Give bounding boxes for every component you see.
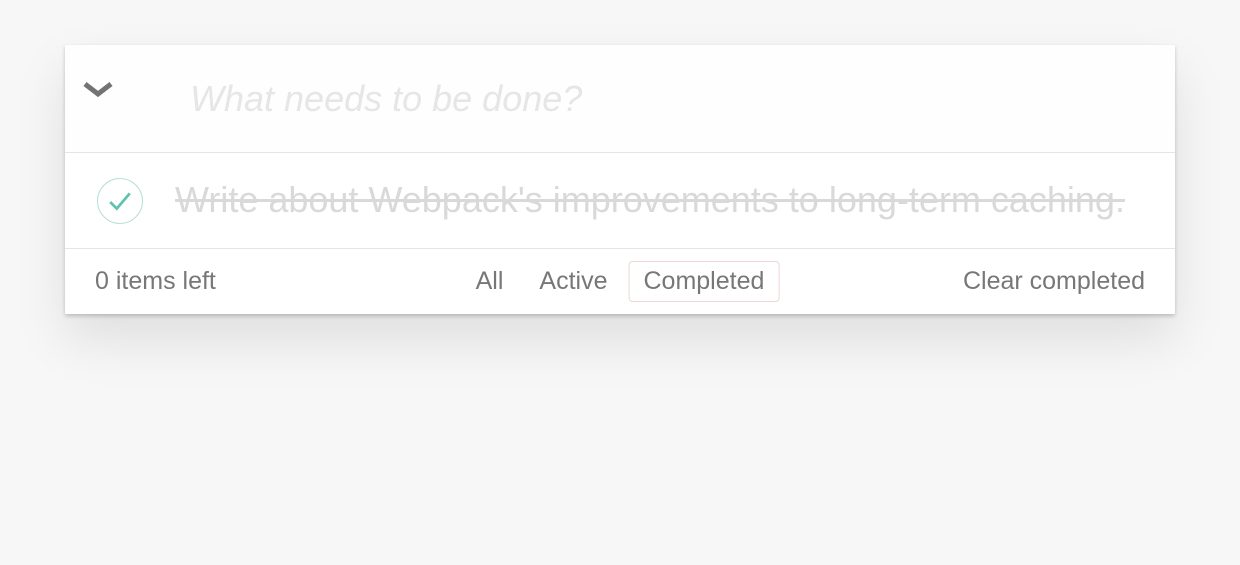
- footer: 0 items left All Active Completed Clear …: [65, 248, 1175, 314]
- check-circle-icon: [97, 178, 143, 224]
- filter-all[interactable]: All: [461, 261, 519, 302]
- todo-text[interactable]: Write about Webpack's improvements to lo…: [175, 177, 1159, 224]
- filter-group: All Active Completed: [461, 261, 780, 302]
- todo-app: Write about Webpack's improvements to lo…: [65, 45, 1175, 314]
- header: [65, 45, 1175, 153]
- new-todo-input[interactable]: [65, 45, 1175, 152]
- chevron-down-icon: [81, 87, 115, 104]
- toggle-complete-button[interactable]: [65, 178, 175, 224]
- filter-active[interactable]: Active: [524, 261, 622, 302]
- items-left-count: 0 items left: [95, 267, 216, 296]
- todo-item: Write about Webpack's improvements to lo…: [65, 153, 1175, 248]
- toggle-all-button[interactable]: [68, 80, 128, 120]
- filter-completed[interactable]: Completed: [628, 261, 779, 302]
- todo-list: Write about Webpack's improvements to lo…: [65, 153, 1175, 248]
- clear-completed-button[interactable]: Clear completed: [963, 267, 1145, 296]
